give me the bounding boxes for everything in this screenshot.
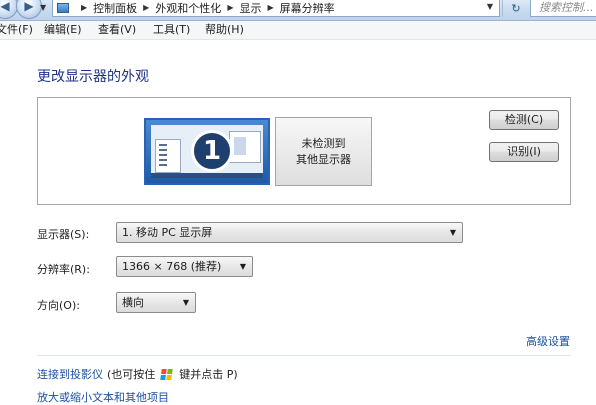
menu-bar: 文件(F) 编辑(E) 查看(V) 工具(T) 帮助(H)	[0, 21, 596, 40]
refresh-icon[interactable]: ↻	[502, 0, 529, 17]
address-dropdown-icon[interactable]: ▼	[487, 2, 493, 11]
advanced-settings-link[interactable]: 高级设置	[526, 333, 570, 349]
monitor-2-label: 未检测到 其他显示器	[296, 136, 351, 166]
navigation-bar: ◀ ▶ ▼ ▶ 控制面板 ▶ 外观和个性化 ▶ 显示 ▶ 屏幕分辨率 ▼ ↻ 搜…	[0, 0, 596, 21]
text-size-link[interactable]: 放大或缩小文本和其他项目	[37, 389, 169, 405]
breadcrumb-item-screen-resolution[interactable]: 屏幕分辨率	[280, 0, 335, 16]
windows-logo-icon	[160, 368, 175, 380]
orientation-select[interactable]: 横向 ▼	[116, 292, 196, 313]
menu-file[interactable]: 文件(F)	[0, 21, 33, 39]
display-select-value: 1. 移动 PC 显示屏	[122, 226, 213, 239]
search-input[interactable]: 搜索控制...	[530, 0, 596, 17]
monitor-number-badge: 1	[191, 130, 233, 172]
chevron-down-icon: ▼	[239, 262, 246, 271]
recent-pages-dropdown-icon[interactable]: ▼	[40, 3, 46, 12]
resolution-label: 分辨率(R):	[37, 263, 90, 276]
detect-button[interactable]: 检测(C)	[489, 110, 559, 130]
monitor-1-screen: 1	[151, 125, 263, 178]
chevron-down-icon: ▼	[449, 228, 456, 237]
control-panel-icon	[57, 2, 69, 13]
resolution-select-value: 1366 × 768 (推荐)	[122, 260, 222, 273]
identify-button[interactable]: 识别(I)	[489, 142, 559, 162]
resolution-select[interactable]: 1366 × 768 (推荐) ▼	[116, 256, 253, 277]
desktop-window-icon	[155, 139, 181, 173]
display-select[interactable]: 1. 移动 PC 显示屏 ▼	[116, 222, 463, 243]
breadcrumb-item-control-panel[interactable]: 控制面板	[93, 0, 137, 16]
menu-help[interactable]: 帮助(H)	[205, 21, 244, 39]
orientation-label: 方向(O):	[37, 299, 80, 312]
projector-hint-end: 键并点击 P)	[179, 368, 238, 381]
taskbar-icon	[151, 173, 263, 178]
forward-arrow-icon[interactable]: ▶	[16, 0, 42, 19]
breadcrumb-separator-icon[interactable]: ▶	[267, 3, 273, 12]
menu-tools[interactable]: 工具(T)	[153, 21, 190, 39]
page-title: 更改显示器的外观	[37, 69, 149, 85]
address-bar[interactable]: ▶ 控制面板 ▶ 外观和个性化 ▶ 显示 ▶ 屏幕分辨率 ▼	[52, 0, 500, 17]
display-label: 显示器(S):	[37, 228, 90, 241]
breadcrumb-separator-icon[interactable]: ▶	[81, 3, 87, 12]
monitor-preview-panel: 1 未检测到 其他显示器 检测(C) 识别(I)	[37, 97, 571, 205]
breadcrumb-item-display[interactable]: 显示	[239, 0, 261, 16]
connect-projector-link[interactable]: 连接到投影仪	[37, 366, 103, 382]
breadcrumb-separator-icon[interactable]: ▶	[227, 3, 233, 12]
breadcrumb-separator-icon[interactable]: ▶	[143, 3, 149, 12]
projector-hint-start: (也可按住	[107, 368, 156, 381]
desktop-window-icon	[229, 131, 261, 163]
divider	[37, 355, 571, 356]
projector-row: 连接到投影仪 (也可按住 键并点击 P)	[37, 366, 238, 382]
chevron-down-icon: ▼	[182, 298, 189, 307]
orientation-select-value: 横向	[122, 296, 144, 309]
menu-view[interactable]: 查看(V)	[98, 21, 136, 39]
monitor-1-thumbnail[interactable]: 1	[144, 118, 270, 185]
menu-edit[interactable]: 编辑(E)	[44, 21, 82, 39]
breadcrumb-item-appearance[interactable]: 外观和个性化	[155, 0, 221, 16]
monitor-2-placeholder: 未检测到 其他显示器	[275, 117, 372, 186]
